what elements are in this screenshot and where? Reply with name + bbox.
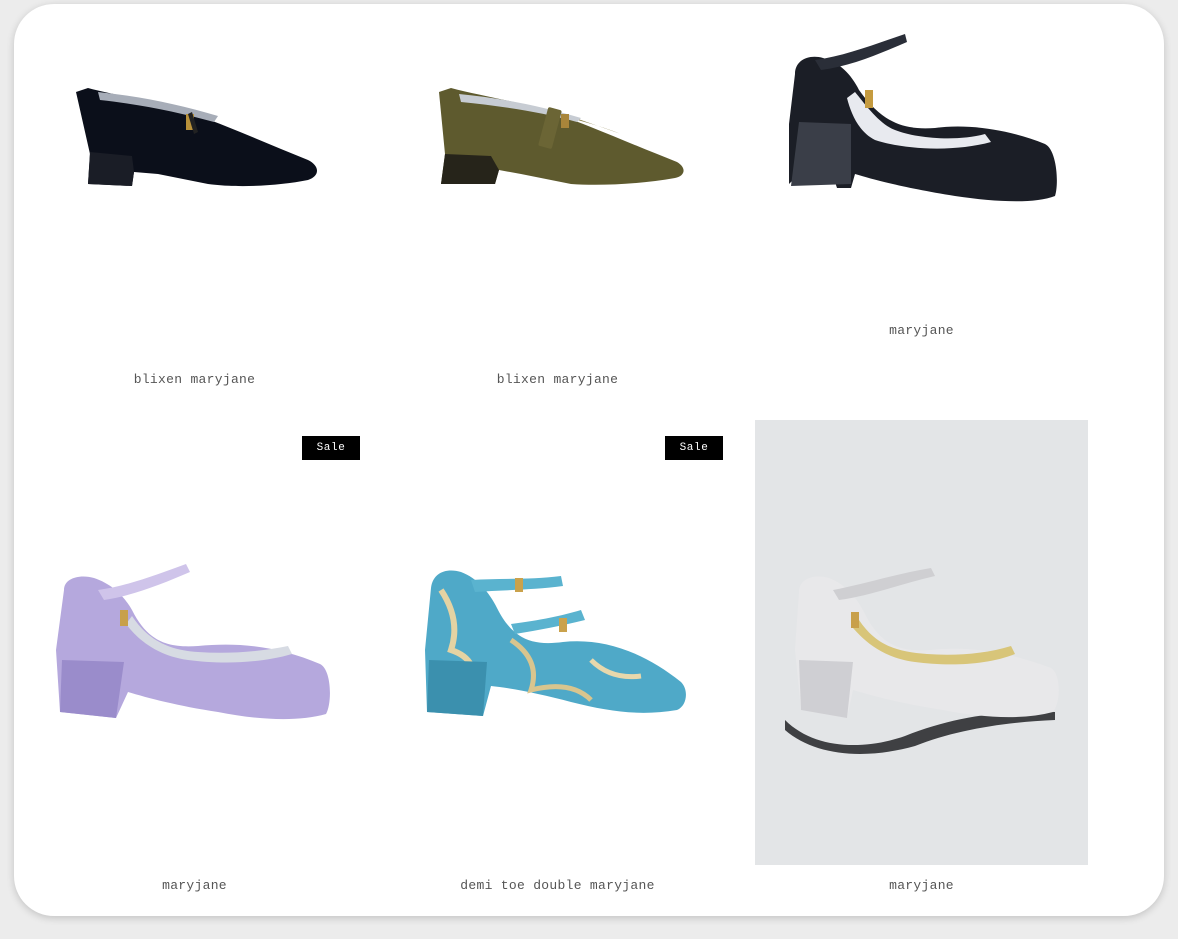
product-title[interactable]: blixen maryjane — [391, 372, 724, 387]
blue-jacquard-double-maryjane-shoe-image[interactable] — [391, 420, 724, 865]
product-title[interactable]: maryjane — [755, 323, 1088, 338]
sale-badge: Sale — [302, 436, 360, 460]
product-card[interactable]: blixen maryjane — [391, 4, 724, 404]
product-card[interactable]: blixen maryjane — [28, 4, 361, 404]
product-card[interactable]: Sale demi toe double maryjane — [391, 420, 724, 900]
product-card[interactable]: maryjane — [755, 420, 1088, 900]
product-title[interactable]: blixen maryjane — [28, 372, 361, 387]
product-card[interactable]: Sale maryjane — [28, 420, 361, 900]
sale-badge: Sale — [665, 436, 723, 460]
product-title[interactable]: maryjane — [755, 878, 1088, 893]
gold-metallic-maryjane-shoe-image[interactable] — [391, 4, 724, 364]
black-patent-maryjane-shoe-image[interactable] — [755, 4, 1088, 314]
product-grid-window: blixen maryjane blixen maryjane maryjane… — [14, 4, 1164, 916]
white-leather-maryjane-shoe-image[interactable] — [755, 420, 1088, 865]
product-card[interactable]: maryjane — [755, 4, 1088, 354]
product-title[interactable]: maryjane — [28, 878, 361, 893]
product-title[interactable]: demi toe double maryjane — [391, 878, 724, 893]
lavender-suede-maryjane-shoe-image[interactable] — [28, 420, 361, 865]
black-suede-maryjane-shoe-image[interactable] — [28, 4, 361, 364]
